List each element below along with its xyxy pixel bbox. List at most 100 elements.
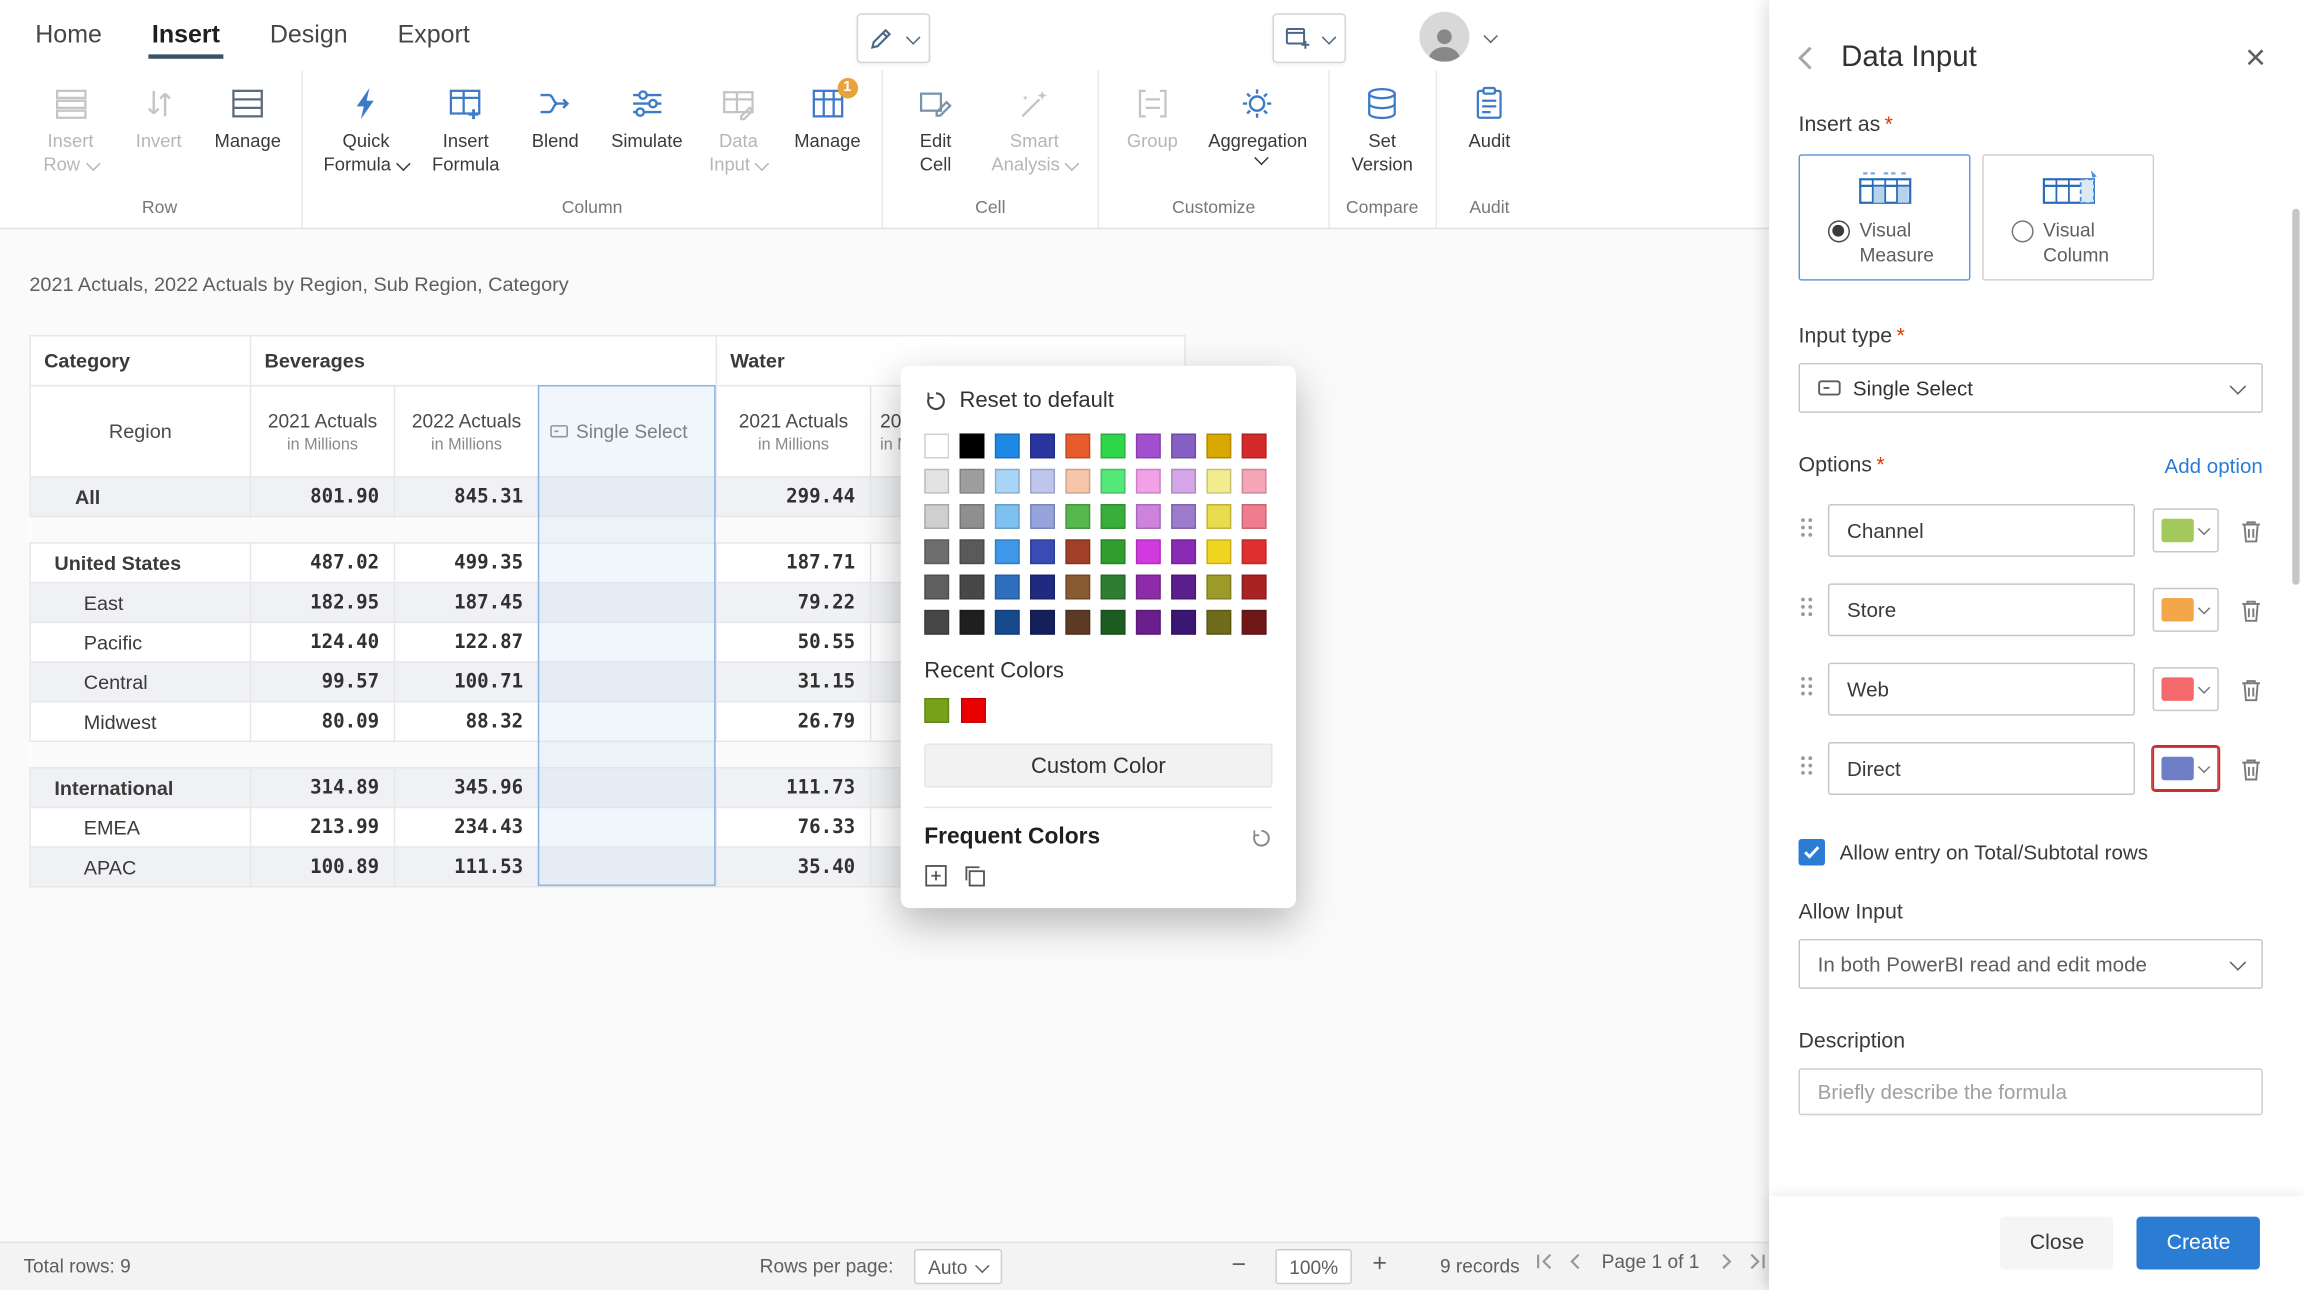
panel-scrollbar[interactable] <box>2292 209 2299 585</box>
visual-measure-card[interactable]: Visual Measure <box>1799 154 1971 280</box>
table-cell[interactable]: 124.40 <box>251 622 395 662</box>
table-cell[interactable] <box>539 583 717 623</box>
palette-swatch[interactable] <box>1171 575 1196 600</box>
palette-swatch[interactable] <box>1242 504 1267 529</box>
back-icon[interactable] <box>1798 47 1821 70</box>
row-dimension-header[interactable]: Region <box>30 386 250 477</box>
palette-swatch[interactable] <box>1136 504 1161 529</box>
single-select-column-header[interactable]: Single Select <box>539 386 717 477</box>
allow-totals-checkbox[interactable] <box>1799 839 1825 865</box>
allow-input-dropdown[interactable]: In both PowerBI read and edit mode <box>1799 939 2263 989</box>
row-header[interactable]: East <box>30 583 250 623</box>
table-cell[interactable]: 88.32 <box>395 702 539 742</box>
delete-option-icon[interactable] <box>2239 597 2263 622</box>
table-cell[interactable]: 26.79 <box>716 702 870 742</box>
visual-column-radio[interactable] <box>2011 220 2033 242</box>
table-cell[interactable]: 31.15 <box>716 662 870 702</box>
palette-swatch[interactable] <box>960 433 985 458</box>
last-page-button[interactable] <box>1748 1252 1767 1271</box>
option-color-dropdown[interactable] <box>2152 588 2218 632</box>
table-cell[interactable] <box>539 477 717 517</box>
next-page-button[interactable] <box>1716 1252 1735 1271</box>
aggregation-button[interactable]: Aggregation <box>1196 81 1319 170</box>
palette-swatch[interactable] <box>1030 469 1055 494</box>
group-button[interactable]: Group <box>1108 81 1196 156</box>
tab-home[interactable]: Home <box>32 4 105 66</box>
row-header[interactable]: EMEA <box>30 807 250 847</box>
manage-rows-button[interactable]: Manage <box>203 81 293 156</box>
palette-swatch[interactable] <box>1242 610 1267 635</box>
visual-column-card[interactable]: Visual Column <box>1982 154 2154 280</box>
close-button[interactable]: Close <box>2000 1217 2113 1270</box>
edit-cell-button[interactable]: Edit Cell <box>891 81 979 180</box>
palette-swatch[interactable] <box>1065 469 1090 494</box>
table-cell[interactable] <box>539 768 717 808</box>
palette-swatch[interactable] <box>1101 469 1126 494</box>
delete-option-icon[interactable] <box>2239 677 2263 702</box>
palette-swatch[interactable] <box>1101 610 1126 635</box>
description-input[interactable] <box>1799 1068 2263 1115</box>
copy-colors-icon[interactable] <box>962 864 986 888</box>
palette-swatch[interactable] <box>960 504 985 529</box>
add-visual-button[interactable] <box>1272 13 1345 63</box>
table-cell[interactable]: 345.96 <box>395 768 539 808</box>
manage-columns-button[interactable]: 1 Manage <box>782 81 872 156</box>
table-cell[interactable]: 79.22 <box>716 583 870 623</box>
palette-swatch[interactable] <box>995 504 1020 529</box>
refresh-icon[interactable] <box>1250 827 1272 849</box>
zoom-in-button[interactable]: + <box>1372 1249 1387 1278</box>
palette-swatch[interactable] <box>960 610 985 635</box>
table-cell[interactable]: 845.31 <box>395 477 539 517</box>
palette-swatch[interactable] <box>1030 504 1055 529</box>
palette-swatch[interactable] <box>995 469 1020 494</box>
table-cell[interactable]: 234.43 <box>395 807 539 847</box>
row-header[interactable]: United States <box>30 543 250 583</box>
delete-option-icon[interactable] <box>2239 518 2263 543</box>
palette-swatch[interactable] <box>1030 575 1055 600</box>
drag-handle-icon[interactable] <box>1799 753 1817 784</box>
palette-swatch[interactable] <box>1171 539 1196 564</box>
table-cell[interactable] <box>539 807 717 847</box>
custom-color-button[interactable]: Custom Color <box>924 744 1272 788</box>
table-cell[interactable]: 499.35 <box>395 543 539 583</box>
visual-measure-radio[interactable] <box>1827 220 1849 242</box>
insert-formula-button[interactable]: Insert Formula <box>420 81 511 180</box>
palette-swatch[interactable] <box>960 575 985 600</box>
tab-design[interactable]: Design <box>267 4 351 66</box>
table-cell[interactable]: 299.44 <box>716 477 870 517</box>
palette-swatch[interactable] <box>1136 610 1161 635</box>
first-page-button[interactable] <box>1534 1252 1553 1271</box>
option-color-dropdown-focused[interactable] <box>2152 746 2218 790</box>
palette-swatch[interactable] <box>1136 469 1161 494</box>
palette-swatch[interactable] <box>1136 575 1161 600</box>
palette-swatch[interactable] <box>924 433 949 458</box>
palette-swatch[interactable] <box>960 469 985 494</box>
palette-swatch[interactable] <box>995 433 1020 458</box>
palette-swatch[interactable] <box>1171 610 1196 635</box>
table-cell[interactable] <box>539 847 717 887</box>
palette-swatch[interactable] <box>995 610 1020 635</box>
add-frequent-color-button[interactable] <box>924 864 948 888</box>
zoom-out-button[interactable]: − <box>1231 1250 1246 1279</box>
option-color-dropdown[interactable] <box>2152 667 2218 711</box>
column-header[interactable]: 2022 Actualsin Millions <box>395 386 539 477</box>
drag-handle-icon[interactable] <box>1799 674 1817 705</box>
zoom-level[interactable]: 100% <box>1275 1249 1351 1284</box>
table-cell[interactable] <box>539 702 717 742</box>
row-header[interactable]: Midwest <box>30 702 250 742</box>
palette-swatch[interactable] <box>1065 504 1090 529</box>
palette-swatch[interactable] <box>924 575 949 600</box>
edit-mode-button[interactable] <box>857 13 930 63</box>
palette-swatch[interactable] <box>924 504 949 529</box>
delete-option-icon[interactable] <box>2239 756 2263 781</box>
palette-swatch[interactable] <box>1065 433 1090 458</box>
palette-swatch[interactable] <box>1242 539 1267 564</box>
palette-swatch[interactable] <box>924 610 949 635</box>
palette-swatch[interactable] <box>1206 469 1231 494</box>
tab-export[interactable]: Export <box>395 4 473 66</box>
table-cell[interactable]: 100.71 <box>395 662 539 702</box>
table-cell[interactable] <box>539 622 717 662</box>
table-cell[interactable]: 122.87 <box>395 622 539 662</box>
option-name-input[interactable] <box>1828 504 2135 557</box>
palette-swatch[interactable] <box>1030 610 1055 635</box>
